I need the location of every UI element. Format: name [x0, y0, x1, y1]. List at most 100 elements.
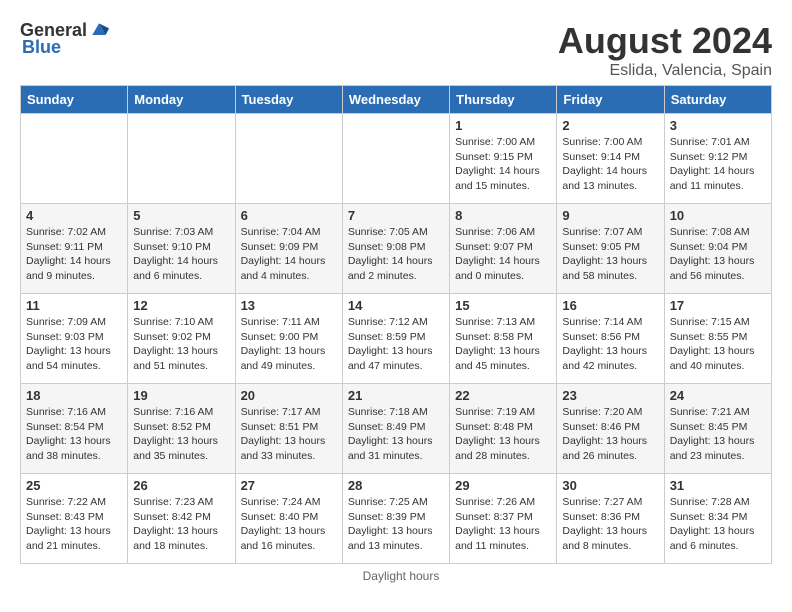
calendar-cell — [21, 114, 128, 204]
day-number: 12 — [133, 298, 229, 313]
day-info: Sunrise: 7:20 AM Sunset: 8:46 PM Dayligh… — [562, 405, 658, 464]
day-number: 15 — [455, 298, 551, 313]
calendar-cell: 31 Sunrise: 7:28 AM Sunset: 8:34 PM Dayli… — [664, 474, 771, 564]
week-row-4: 25Sunrise: 7:22 AM Sunset: 8:43 PM Dayli… — [21, 474, 772, 564]
day-number: 31 — [670, 478, 766, 493]
day-header-tuesday: Tuesday — [235, 86, 342, 114]
day-header-sunday: Sunday — [21, 86, 128, 114]
day-info: Sunrise: 7:16 AM Sunset: 8:54 PM Dayligh… — [26, 405, 122, 464]
day-info: Sunrise: 7:26 AM Sunset: 8:37 PM Dayligh… — [455, 495, 551, 554]
calendar-cell: 11 Sunrise: 7:09 AM Sunset: 9:03 PM Dayli… — [21, 294, 128, 384]
day-header-wednesday: Wednesday — [342, 86, 449, 114]
day-info: Sunrise: 7:08 AM Sunset: 9:04 PM Dayligh… — [670, 225, 766, 284]
day-info: Sunrise: 7:07 AM Sunset: 9:05 PM Dayligh… — [562, 225, 658, 284]
day-info: Sunrise: 7:04 AM Sunset: 9:09 PM Dayligh… — [241, 225, 337, 284]
day-info: Sunrise: 7:28 AM Sunset: 8:34 PM Dayligh… — [670, 495, 766, 554]
header: General Blue August 2024 Eslida, Valenci… — [10, 10, 782, 85]
calendar-cell: 27 Sunrise: 7:24 AM Sunset: 8:40 PM Dayli… — [235, 474, 342, 564]
calendar-cell: 4Sunrise: 7:02 AM Sunset: 9:11 PM Daylig… — [21, 204, 128, 294]
day-info: Sunrise: 7:01 AM Sunset: 9:12 PM Dayligh… — [670, 135, 766, 194]
calendar-cell: 1 Sunrise: 7:00 AM Sunset: 9:15 PM Daylig… — [450, 114, 557, 204]
calendar-cell: 10 Sunrise: 7:08 AM Sunset: 9:04 PM Dayli… — [664, 204, 771, 294]
calendar-cell: 14 Sunrise: 7:12 AM Sunset: 8:59 PM Dayli… — [342, 294, 449, 384]
calendar-cell: 7 Sunrise: 7:05 AM Sunset: 9:08 PM Daylig… — [342, 204, 449, 294]
subtitle: Eslida, Valencia, Spain — [558, 62, 772, 80]
calendar-cell: 16 Sunrise: 7:14 AM Sunset: 8:56 PM Dayli… — [557, 294, 664, 384]
calendar-cell: 30 Sunrise: 7:27 AM Sunset: 8:36 PM Dayli… — [557, 474, 664, 564]
calendar-cell: 6Sunrise: 7:04 AM Sunset: 9:09 PM Daylig… — [235, 204, 342, 294]
calendar-cell: 28 Sunrise: 7:25 AM Sunset: 8:39 PM Dayli… — [342, 474, 449, 564]
day-number: 25 — [26, 478, 122, 493]
day-number: 19 — [133, 388, 229, 403]
day-number: 10 — [670, 208, 766, 223]
day-info: Sunrise: 7:14 AM Sunset: 8:56 PM Dayligh… — [562, 315, 658, 374]
day-info: Sunrise: 7:03 AM Sunset: 9:10 PM Dayligh… — [133, 225, 229, 284]
day-number: 27 — [241, 478, 337, 493]
day-number: 28 — [348, 478, 444, 493]
day-info: Sunrise: 7:16 AM Sunset: 8:52 PM Dayligh… — [133, 405, 229, 464]
day-info: Sunrise: 7:25 AM Sunset: 8:39 PM Dayligh… — [348, 495, 444, 554]
day-number: 2 — [562, 118, 658, 133]
day-header-monday: Monday — [128, 86, 235, 114]
day-number: 1 — [455, 118, 551, 133]
calendar-cell: 12 Sunrise: 7:10 AM Sunset: 9:02 PM Dayli… — [128, 294, 235, 384]
day-number: 3 — [670, 118, 766, 133]
main-title: August 2024 — [558, 20, 772, 62]
day-header-saturday: Saturday — [664, 86, 771, 114]
day-number: 24 — [670, 388, 766, 403]
calendar-cell: 15Sunrise: 7:13 AM Sunset: 8:58 PM Dayli… — [450, 294, 557, 384]
calendar-cell: 3 Sunrise: 7:01 AM Sunset: 9:12 PM Daylig… — [664, 114, 771, 204]
calendar-cell: 8 Sunrise: 7:06 AM Sunset: 9:07 PM Daylig… — [450, 204, 557, 294]
day-number: 8 — [455, 208, 551, 223]
calendar-cell: 19 Sunrise: 7:16 AM Sunset: 8:52 PM Dayli… — [128, 384, 235, 474]
calendar-cell: 9Sunrise: 7:07 AM Sunset: 9:05 PM Daylig… — [557, 204, 664, 294]
day-header-friday: Friday — [557, 86, 664, 114]
calendar-cell: 22Sunrise: 7:19 AM Sunset: 8:48 PM Dayli… — [450, 384, 557, 474]
day-number: 11 — [26, 298, 122, 313]
day-info: Sunrise: 7:00 AM Sunset: 9:15 PM Dayligh… — [455, 135, 551, 194]
day-info: Sunrise: 7:15 AM Sunset: 8:55 PM Dayligh… — [670, 315, 766, 374]
calendar-cell: 26Sunrise: 7:23 AM Sunset: 8:42 PM Dayli… — [128, 474, 235, 564]
day-number: 30 — [562, 478, 658, 493]
day-info: Sunrise: 7:00 AM Sunset: 9:14 PM Dayligh… — [562, 135, 658, 194]
day-number: 21 — [348, 388, 444, 403]
day-number: 4 — [26, 208, 122, 223]
day-info: Sunrise: 7:12 AM Sunset: 8:59 PM Dayligh… — [348, 315, 444, 374]
calendar-table: SundayMondayTuesdayWednesdayThursdayFrid… — [20, 85, 772, 564]
day-number: 14 — [348, 298, 444, 313]
calendar-cell — [235, 114, 342, 204]
calendar-cell: 2 Sunrise: 7:00 AM Sunset: 9:14 PM Daylig… — [557, 114, 664, 204]
logo-icon — [89, 20, 109, 40]
day-number: 13 — [241, 298, 337, 313]
logo-text-blue: Blue — [22, 37, 61, 58]
day-info: Sunrise: 7:10 AM Sunset: 9:02 PM Dayligh… — [133, 315, 229, 374]
day-info: Sunrise: 7:06 AM Sunset: 9:07 PM Dayligh… — [455, 225, 551, 284]
day-info: Sunrise: 7:19 AM Sunset: 8:48 PM Dayligh… — [455, 405, 551, 464]
day-info: Sunrise: 7:27 AM Sunset: 8:36 PM Dayligh… — [562, 495, 658, 554]
calendar-cell: 23 Sunrise: 7:20 AM Sunset: 8:46 PM Dayli… — [557, 384, 664, 474]
calendar-cell: 18 Sunrise: 7:16 AM Sunset: 8:54 PM Dayli… — [21, 384, 128, 474]
day-number: 16 — [562, 298, 658, 313]
calendar-cell: 5 Sunrise: 7:03 AM Sunset: 9:10 PM Daylig… — [128, 204, 235, 294]
calendar-cell: 21Sunrise: 7:18 AM Sunset: 8:49 PM Dayli… — [342, 384, 449, 474]
day-number: 29 — [455, 478, 551, 493]
day-info: Sunrise: 7:23 AM Sunset: 8:42 PM Dayligh… — [133, 495, 229, 554]
calendar-cell: 29 Sunrise: 7:26 AM Sunset: 8:37 PM Dayli… — [450, 474, 557, 564]
day-number: 18 — [26, 388, 122, 403]
day-info: Sunrise: 7:24 AM Sunset: 8:40 PM Dayligh… — [241, 495, 337, 554]
day-number: 17 — [670, 298, 766, 313]
day-number: 7 — [348, 208, 444, 223]
calendar-cell — [342, 114, 449, 204]
calendar-cell: 24 Sunrise: 7:21 AM Sunset: 8:45 PM Dayli… — [664, 384, 771, 474]
day-info: Sunrise: 7:11 AM Sunset: 9:00 PM Dayligh… — [241, 315, 337, 374]
day-info: Sunrise: 7:17 AM Sunset: 8:51 PM Dayligh… — [241, 405, 337, 464]
day-info: Sunrise: 7:09 AM Sunset: 9:03 PM Dayligh… — [26, 315, 122, 374]
week-row-1: 4Sunrise: 7:02 AM Sunset: 9:11 PM Daylig… — [21, 204, 772, 294]
day-info: Sunrise: 7:05 AM Sunset: 9:08 PM Dayligh… — [348, 225, 444, 284]
day-header-thursday: Thursday — [450, 86, 557, 114]
day-info: Sunrise: 7:21 AM Sunset: 8:45 PM Dayligh… — [670, 405, 766, 464]
footer-label: Daylight hours — [20, 569, 782, 583]
day-number: 5 — [133, 208, 229, 223]
calendar-cell: 20Sunrise: 7:17 AM Sunset: 8:51 PM Dayli… — [235, 384, 342, 474]
day-number: 23 — [562, 388, 658, 403]
